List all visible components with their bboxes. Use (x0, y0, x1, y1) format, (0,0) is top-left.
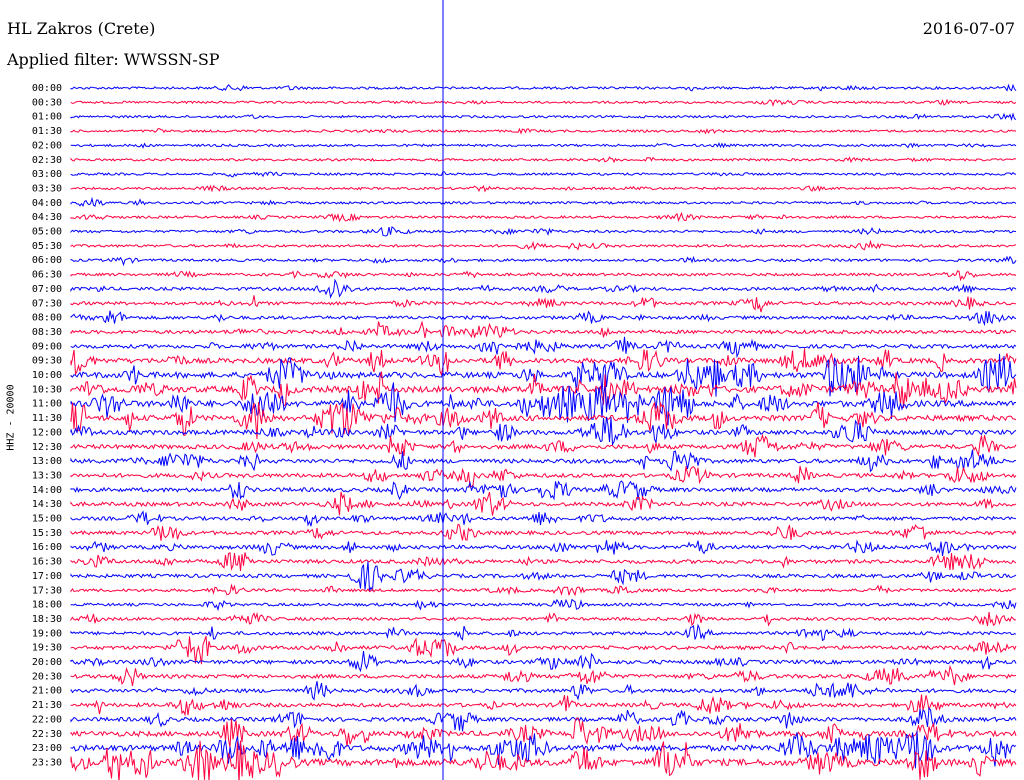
trace-row (70, 717, 1017, 748)
row-label: 15:00 (32, 514, 62, 525)
row-label: 05:00 (32, 227, 62, 238)
row-label: 12:00 (32, 427, 62, 438)
row-label: 06:30 (32, 270, 62, 281)
trace-row (70, 611, 1017, 627)
trace-row (70, 336, 1017, 359)
row-label: 14:30 (32, 499, 62, 510)
trace-row (70, 510, 1017, 527)
row-label: 21:30 (32, 700, 62, 711)
row-label: 10:30 (32, 384, 62, 395)
row-label: 08:30 (32, 327, 62, 338)
row-label: 20:30 (32, 671, 62, 682)
row-label: 13:00 (32, 456, 62, 467)
row-time-labels: 00:00 00:30 01:00 01:30 02:00 02:30 03:00 03:30… (32, 83, 62, 768)
row-label: 02:30 (32, 155, 62, 166)
row-label: 19:30 (32, 643, 62, 654)
trace-row (70, 83, 1017, 92)
row-label: 01:30 (32, 126, 62, 137)
trace-row (70, 310, 1017, 327)
trace-row (70, 348, 1017, 377)
trace-row (70, 196, 1017, 208)
row-label: 11:30 (32, 413, 62, 424)
trace-row (70, 539, 1017, 556)
trace-row (70, 112, 1017, 121)
trace-row (70, 142, 1017, 149)
trace-row (70, 623, 1017, 642)
row-label: 23:30 (32, 757, 62, 768)
trace-row (70, 270, 1017, 282)
row-label: 03:00 (32, 169, 62, 180)
row-label: 23:00 (32, 743, 62, 754)
trace-row (70, 552, 1017, 571)
row-label: 22:00 (32, 714, 62, 725)
trace-row (70, 171, 1017, 178)
row-label: 01:00 (32, 112, 62, 123)
trace-row (70, 449, 1017, 473)
row-label: 22:30 (32, 729, 62, 740)
row-label: 07:30 (32, 298, 62, 309)
row-label: 18:30 (32, 614, 62, 625)
row-label: 00:00 (32, 83, 62, 94)
row-label: 02:00 (32, 140, 62, 151)
trace-row (70, 295, 1017, 313)
trace-row (70, 127, 1017, 135)
trace-row (70, 278, 1017, 299)
trace-row (70, 156, 1017, 164)
seismogram-traces (70, 83, 1017, 780)
seismogram-plot: 00:00 00:30 01:00 01:30 02:00 02:30 03:00 03:30… (32, 0, 1017, 780)
row-label: 00:30 (32, 97, 62, 108)
row-label: 16:30 (32, 557, 62, 568)
row-label: 04:00 (32, 198, 62, 209)
trace-row (70, 523, 1017, 541)
row-label: 11:00 (32, 399, 62, 410)
trace-row (70, 184, 1017, 193)
row-label: 05:30 (32, 241, 62, 252)
trace-row (70, 598, 1017, 612)
row-label: 10:00 (32, 370, 62, 381)
trace-row (70, 239, 1017, 251)
row-label: 15:30 (32, 528, 62, 539)
row-label: 18:00 (32, 600, 62, 611)
row-label: 03:30 (32, 183, 62, 194)
trace-row (70, 694, 1017, 717)
row-label: 16:00 (32, 542, 62, 553)
row-label: 12:30 (32, 442, 62, 453)
row-label: 09:30 (32, 356, 62, 367)
row-label: 14:00 (32, 485, 62, 496)
trace-row (70, 650, 1017, 673)
row-label: 21:00 (32, 686, 62, 697)
trace-row (70, 255, 1017, 267)
trace-row (70, 211, 1017, 223)
trace-row (70, 320, 1017, 339)
trace-row (70, 561, 1017, 592)
trace-row (70, 681, 1017, 701)
trace-row (70, 226, 1017, 237)
trace-row (70, 465, 1017, 488)
trace-row (70, 706, 1017, 732)
row-label: 07:00 (32, 284, 62, 295)
row-label: 09:00 (32, 341, 62, 352)
row-label: 06:00 (32, 255, 62, 266)
row-label: 20:00 (32, 657, 62, 668)
row-label: 04:30 (32, 212, 62, 223)
row-label: 17:30 (32, 585, 62, 596)
row-label: 08:00 (32, 313, 62, 324)
row-label: 19:00 (32, 628, 62, 639)
trace-row (70, 433, 1017, 458)
trace-row (70, 98, 1017, 107)
trace-row (70, 480, 1017, 501)
row-label: 17:00 (32, 571, 62, 582)
trace-row (70, 664, 1017, 686)
trace-row (70, 583, 1017, 597)
row-label: 13:30 (32, 470, 62, 481)
